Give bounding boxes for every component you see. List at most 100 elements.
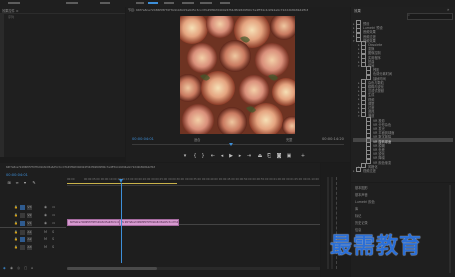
track-header[interactable]: 🔓 V2 ◉ ▭ bbox=[0, 211, 66, 219]
secondary-panel-item[interactable]: 基本声音 bbox=[355, 192, 368, 197]
track-header[interactable]: 🔓 V3 ◉ ▭ bbox=[0, 203, 66, 211]
track-lock-icon[interactable]: 🔓 bbox=[14, 237, 18, 241]
top-tab-2[interactable] bbox=[66, 2, 78, 4]
timeline-bottom-icon-2[interactable]: ◉ bbox=[10, 266, 13, 270]
mark-in-icon[interactable]: { bbox=[192, 153, 198, 159]
right-panel-scrollbar[interactable] bbox=[449, 185, 451, 273]
sync-lock-icon[interactable]: ▭ bbox=[52, 205, 55, 209]
timeline-playhead-handle[interactable] bbox=[119, 179, 123, 183]
solo-icon[interactable]: S bbox=[52, 245, 54, 249]
program-monitor-title[interactable]: 节目: 66f7a8ce72486f05f70f7b91b8c05a6d5c3c… bbox=[128, 8, 348, 12]
track-header[interactable]: 🔓 A3 M S bbox=[0, 243, 66, 251]
secondary-panel-item[interactable]: 基本图形 bbox=[355, 185, 368, 190]
work-area-bar[interactable] bbox=[67, 183, 177, 184]
track-header[interactable]: 🔓 A2 M S bbox=[0, 235, 66, 243]
track-target[interactable]: A1 bbox=[27, 229, 32, 235]
timeline-ruler[interactable]: 00:00 00:00:05:00 00:00:10:00 00:00:15:00 00… bbox=[67, 177, 320, 186]
add-marker-timeline-icon[interactable]: ▾ bbox=[22, 180, 28, 186]
track-source-patch[interactable] bbox=[20, 229, 25, 235]
eye-icon[interactable]: ◉ bbox=[44, 205, 47, 209]
track-lock-icon[interactable]: 🔓 bbox=[14, 213, 18, 217]
export-frame-icon[interactable]: ◙ bbox=[276, 153, 282, 159]
track-target[interactable]: V3 bbox=[27, 204, 32, 210]
timeline-bottom-icon-4[interactable]: ▢ bbox=[24, 266, 27, 270]
clip-1[interactable]: 66f7a8ce72486f05f70f7b91b8c05a6d5c3ccd7b… bbox=[67, 219, 121, 226]
secondary-panel-item[interactable]: Lumetri 颜色 bbox=[355, 199, 375, 204]
timeline-bottom-icon-3[interactable]: ◎ bbox=[17, 266, 20, 270]
linked-selection-icon[interactable]: ∞ bbox=[14, 180, 20, 186]
go-to-out-icon[interactable]: ⇥ bbox=[246, 153, 252, 159]
top-tab-1[interactable] bbox=[8, 2, 20, 4]
go-to-in-icon[interactable]: ⇤ bbox=[210, 153, 216, 159]
tracks-area[interactable]: 66f7a8ce72486f05f70f7b91b8c05a6d5c3ccd7b… bbox=[67, 183, 320, 263]
track-headers: 🔓 V3 ◉ ▭ 🔓 V2 ◉ ▭ 🔓 V1 ◉ ▭ 🔓 A1 M S 🔓 A2 M S 🔓 A3 M S bbox=[0, 203, 66, 263]
lift-icon[interactable]: ⏏ bbox=[257, 153, 263, 159]
secondary-panel-item[interactable]: 历史记录 bbox=[355, 220, 368, 225]
clip-2[interactable]: fx 66f7a8ce72486f05f70f7b91b8c05a6d5c3cc… bbox=[119, 219, 179, 226]
track-source-patch[interactable] bbox=[20, 204, 25, 210]
secondary-panel-item[interactable]: 标记 bbox=[355, 213, 361, 218]
secondary-panel-item[interactable]: 库 bbox=[355, 206, 358, 211]
add-marker-icon[interactable]: ▾ bbox=[182, 153, 188, 159]
step-back-icon[interactable]: ◂ bbox=[219, 153, 225, 159]
ruler-tick-label: 00:00:50:00 bbox=[235, 178, 252, 181]
track-target[interactable]: A2 bbox=[27, 236, 32, 242]
solo-icon[interactable]: S bbox=[52, 237, 54, 241]
track-lock-icon[interactable]: 🔓 bbox=[14, 221, 18, 225]
mute-icon[interactable]: M bbox=[44, 230, 47, 234]
program-scrub-bar[interactable] bbox=[132, 144, 344, 147]
top-tab-5[interactable] bbox=[164, 2, 174, 4]
sync-lock-icon[interactable]: ▭ bbox=[52, 221, 55, 225]
top-tab-4[interactable] bbox=[136, 2, 144, 4]
settings-wrench-icon[interactable]: ✎ bbox=[31, 180, 37, 186]
quality-dropdown[interactable]: 完整 bbox=[286, 137, 292, 142]
track-target[interactable]: V2 bbox=[27, 212, 32, 218]
sync-lock-icon[interactable]: ▭ bbox=[52, 213, 55, 217]
timeline-timecode[interactable]: 00:00:04:01 bbox=[6, 173, 28, 177]
top-tab-effects[interactable] bbox=[148, 2, 158, 4]
effects-panel-title[interactable]: 效果 bbox=[354, 8, 361, 13]
fit-dropdown[interactable]: 适合 bbox=[194, 137, 200, 142]
track-source-patch[interactable] bbox=[20, 244, 25, 250]
top-tab-6[interactable] bbox=[182, 2, 194, 4]
effects-tree: ▸ 预设 ▸ Lumetri 预设 ▸ 音频效果 ▸ 音频过渡 ▾ 视频效果 ▸ Obsolete ▸ 变… bbox=[353, 20, 453, 180]
mute-icon[interactable]: M bbox=[44, 237, 47, 241]
timeline-bottom-icon-1[interactable]: ◈ bbox=[3, 266, 6, 270]
track-target[interactable]: A3 bbox=[27, 244, 32, 250]
add-button-icon[interactable]: + bbox=[300, 153, 306, 159]
snap-icon[interactable]: ⊞ bbox=[6, 180, 12, 186]
effects-search-input[interactable] bbox=[407, 13, 453, 20]
effect-controls-tab[interactable]: 效果控件 ≡ bbox=[2, 8, 42, 13]
play-icon[interactable]: ▶ bbox=[228, 153, 234, 159]
mute-icon[interactable]: M bbox=[44, 245, 47, 249]
track-lock-icon[interactable]: 🔓 bbox=[14, 230, 18, 234]
timeline-scroll-thumb[interactable] bbox=[67, 267, 157, 270]
top-tab-3[interactable] bbox=[100, 2, 110, 4]
track-target[interactable]: V1 bbox=[27, 220, 32, 226]
extract-icon[interactable]: ⎗ bbox=[266, 153, 272, 159]
timeline-tab[interactable]: 66f7a8ce72486f05f70f7b91b8c05a6d5c3ccd7b… bbox=[6, 166, 156, 170]
program-timecode-left[interactable]: 00:00:04:01 bbox=[132, 137, 154, 141]
track-source-patch[interactable] bbox=[20, 212, 25, 218]
timeline-playhead-line[interactable] bbox=[121, 183, 122, 263]
comparison-view-icon[interactable]: ▣ bbox=[286, 153, 292, 159]
eye-icon[interactable]: ◉ bbox=[44, 213, 47, 217]
track-lock-icon[interactable]: 🔓 bbox=[14, 245, 18, 249]
solo-icon[interactable]: S bbox=[52, 230, 54, 234]
top-tab-8[interactable] bbox=[220, 2, 230, 4]
effects-tree-item[interactable]: ▸ 视频过渡 bbox=[353, 167, 451, 173]
ruler-tick-label: 00:00:55:00 bbox=[252, 178, 269, 181]
mark-out-icon[interactable]: } bbox=[200, 153, 206, 159]
top-tab-7[interactable] bbox=[200, 2, 212, 4]
track-lock-icon[interactable]: 🔓 bbox=[14, 205, 18, 209]
ruler-tick-label: 00:00:25:00 bbox=[151, 178, 168, 181]
program-playhead[interactable] bbox=[229, 142, 233, 146]
track-source-patch[interactable] bbox=[20, 220, 25, 226]
timeline-bottom-icon-5[interactable]: ⌂ bbox=[31, 266, 33, 270]
video-frame[interactable] bbox=[180, 16, 295, 134]
track-header[interactable]: 🔓 V1 ◉ ▭ bbox=[0, 219, 66, 227]
effects-panel-menu-icon[interactable]: » bbox=[447, 7, 449, 12]
step-forward-icon[interactable]: ▸ bbox=[237, 153, 243, 159]
eye-icon[interactable]: ◉ bbox=[44, 221, 47, 225]
track-source-patch[interactable] bbox=[20, 236, 25, 242]
